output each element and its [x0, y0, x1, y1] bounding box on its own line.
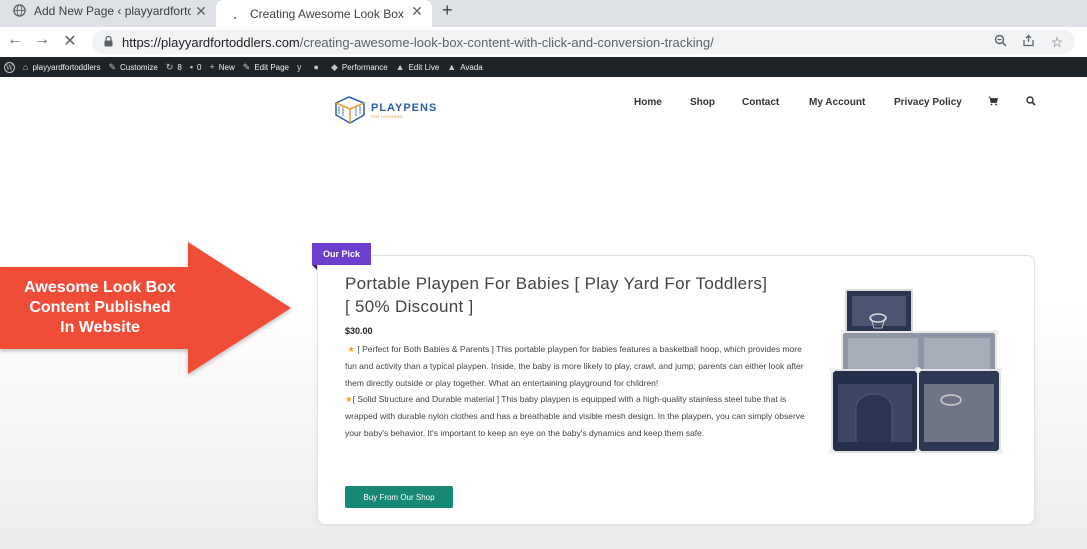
- tab-creating-awesome[interactable]: Creating Awesome Look Box Co ✕: [216, 0, 432, 27]
- plus-icon: +: [209, 62, 215, 72]
- admin-avada[interactable]: ▲ Avada: [447, 62, 482, 72]
- wp-admin-bar: W ⌂ playyardfortoddlers ✎ Customize ↻ 8 ▪ 0 …: [0, 57, 1087, 77]
- admin-edit-live[interactable]: ▲ Edit Live: [396, 62, 440, 72]
- updates-icon: ↻: [165, 61, 174, 72]
- admin-customize[interactable]: ✎ Customize: [108, 62, 157, 73]
- logo-text: PLAYPENS: [371, 101, 438, 114]
- comment-icon: ▪: [189, 62, 194, 72]
- avada-logo-icon: ▲: [447, 62, 457, 72]
- close-tab-icon[interactable]: ✕: [194, 3, 208, 20]
- tab-add-new-page[interactable]: Add New Page ‹ playyardfortodd ✕: [0, 0, 216, 21]
- zoom-icon[interactable]: [992, 34, 1008, 50]
- stop-loading-icon[interactable]: ✕: [60, 31, 80, 51]
- site-header: PLAYPENS FOR TODDLERS Home Shop Contact …: [0, 77, 1087, 137]
- badge-fold: [312, 265, 317, 270]
- admin-new[interactable]: + New: [209, 62, 234, 72]
- dashboard-icon: ⌂: [23, 62, 29, 72]
- star-icon: ★: [345, 394, 353, 405]
- status-dot-icon[interactable]: ●: [314, 62, 323, 72]
- description-paragraph-1: ★ [ Perfect for Both Babies & Parents ] …: [345, 344, 804, 388]
- address-bar[interactable]: https://playyardfortoddlers.com/creating…: [92, 30, 1075, 54]
- product-title[interactable]: Portable Playpen For Babies [ Play Yard …: [345, 272, 775, 318]
- playpen-logo-icon: [335, 96, 365, 124]
- site-logo[interactable]: PLAYPENS FOR TODDLERS: [333, 95, 437, 125]
- lock-icon: [104, 36, 113, 47]
- back-icon[interactable]: ←: [5, 31, 25, 49]
- wordpress-logo-icon[interactable]: W: [4, 61, 15, 73]
- admin-performance[interactable]: ◆ Performance: [331, 62, 388, 73]
- tab-title: Creating Awesome Look Box Co: [250, 6, 407, 21]
- admin-site-name[interactable]: ⌂ playyardfortoddlers: [23, 62, 100, 72]
- star-icon: ★: [347, 344, 355, 354]
- cart-icon[interactable]: [988, 96, 999, 109]
- admin-edit-page[interactable]: ✎ Edit Page: [243, 62, 289, 73]
- description-paragraph-2: ★[ Solid Structure and Durable material …: [345, 394, 805, 438]
- playpen-product-image[interactable]: [826, 288, 1006, 458]
- browser-tab-strip: Add New Page ‹ playyardfortodd ✕ Creatin…: [0, 0, 1087, 27]
- product-price: $30.00: [345, 326, 373, 336]
- nav-my-account[interactable]: My Account: [809, 97, 865, 108]
- product-description: ★ [ Perfect for Both Babies & Parents ] …: [345, 341, 807, 442]
- pencil-icon: ✎: [242, 61, 251, 72]
- admin-updates[interactable]: ↻ 8: [166, 62, 182, 73]
- avada-icon: ▲: [395, 62, 405, 72]
- url-text: https://playyardfortoddlers.com/creating…: [122, 35, 714, 50]
- loading-icon: [228, 7, 242, 21]
- svg-text:W: W: [6, 64, 14, 72]
- browser-toolbar: ← → ✕ https://playyardfortoddlers.com/cr…: [0, 27, 1087, 57]
- logo-tagline: FOR TODDLERS: [371, 113, 403, 119]
- nav-contact[interactable]: Contact: [742, 97, 779, 108]
- nav-shop[interactable]: Shop: [690, 97, 715, 108]
- search-icon[interactable]: [1026, 96, 1036, 109]
- nav-privacy-policy[interactable]: Privacy Policy: [894, 97, 962, 108]
- share-icon[interactable]: [1020, 34, 1036, 50]
- yoast-icon[interactable]: y: [297, 62, 306, 72]
- new-tab-button[interactable]: +: [442, 0, 453, 21]
- nav-home[interactable]: Home: [634, 97, 662, 108]
- our-pick-badge: Our Pick: [312, 243, 371, 265]
- bookmark-star-icon[interactable]: ☆: [1049, 34, 1065, 51]
- performance-icon: ◆: [330, 61, 338, 72]
- tab-title: Add New Page ‹ playyardfortodd: [34, 3, 191, 18]
- close-tab-icon[interactable]: ✕: [410, 3, 424, 20]
- brush-icon: ✎: [108, 61, 117, 72]
- callout-text: Awesome Look Box Content Published In We…: [24, 279, 176, 336]
- admin-comments[interactable]: ▪ 0: [190, 62, 202, 72]
- globe-icon: [12, 4, 26, 18]
- buy-from-shop-button[interactable]: Buy From Our Shop: [345, 486, 453, 508]
- forward-icon[interactable]: →: [32, 31, 52, 49]
